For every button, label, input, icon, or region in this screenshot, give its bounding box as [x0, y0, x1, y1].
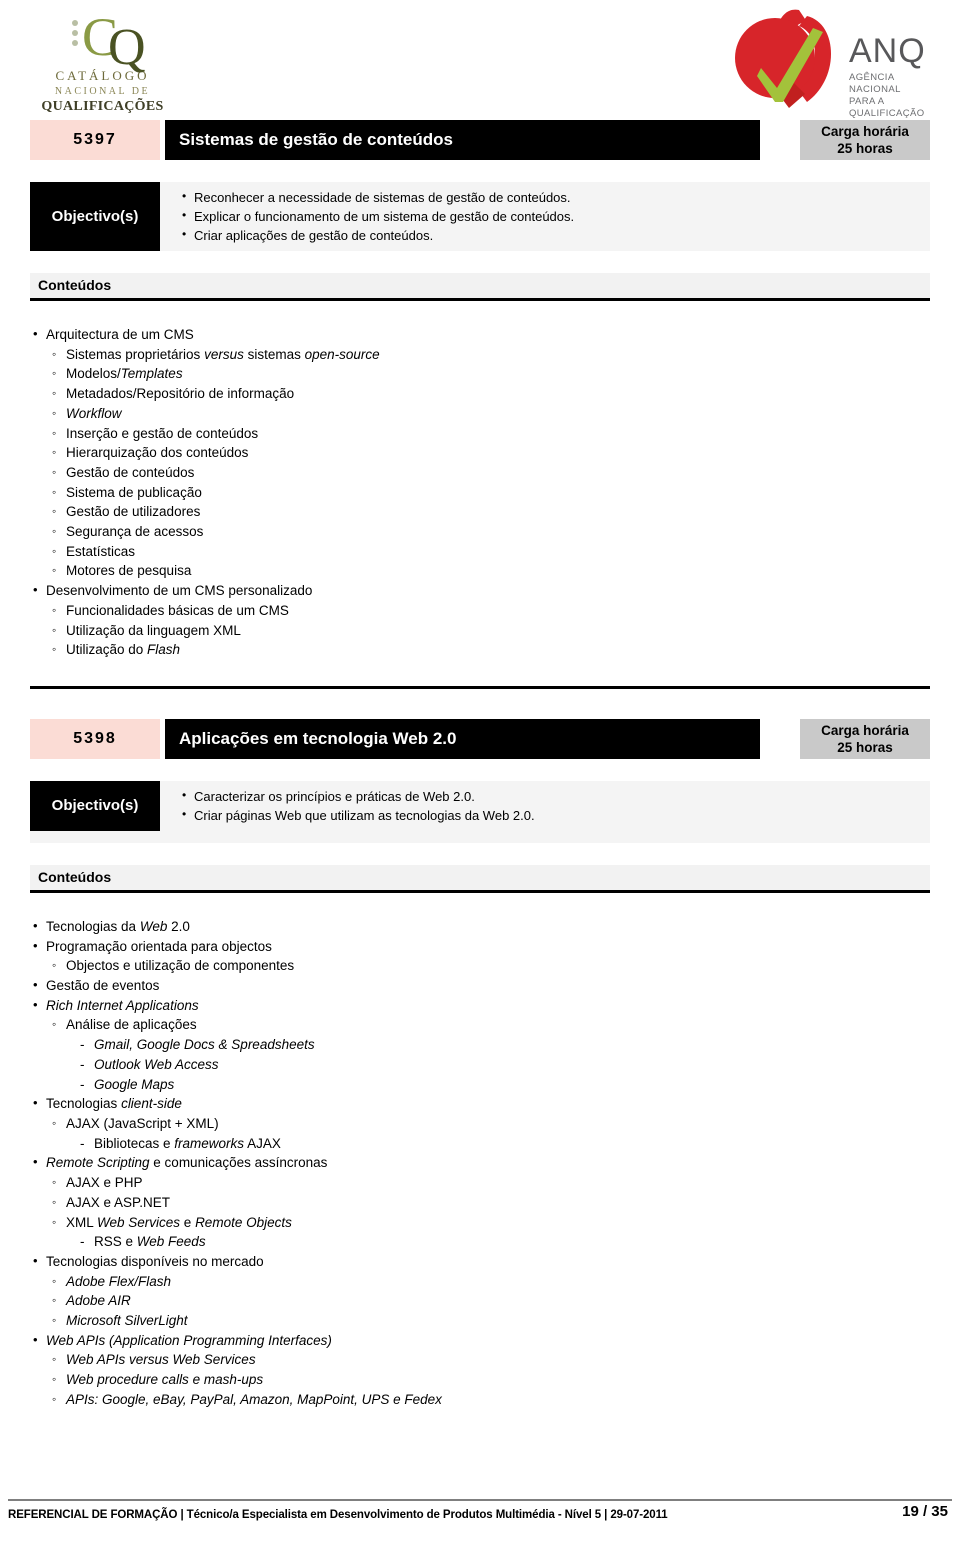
contents-item-level-1: Desenvolvimento de um CMS personalizado — [30, 580, 930, 601]
contents-item-level-2: Sistema de publicação — [30, 483, 930, 503]
module-hours-label: Carga horária — [821, 722, 909, 738]
contents-item-level-2: Web procedure calls e mash-ups — [30, 1370, 930, 1390]
contents-item-level-3: Gmail, Google Docs & Spreadsheets — [30, 1035, 930, 1055]
anq-logo-text: ANQ AGÊNCIA NACIONAL PARA A QUALIFICAÇÃO — [849, 34, 944, 120]
contents-item-level-2: Modelos/Templates — [30, 364, 930, 384]
contents-item-level-2: Adobe AIR — [30, 1291, 930, 1311]
contents-item-level-2: AJAX e ASP.NET — [30, 1193, 930, 1213]
contents-item-level-2: AJAX (JavaScript + XML) — [30, 1114, 930, 1134]
contents-item-level-2: Workflow — [30, 404, 930, 424]
contents-item-level-2: Objectos e utilização de componentes — [30, 956, 930, 976]
cnq-logo-line2: NACIONAL DE — [54, 86, 151, 97]
module-hours-box: Carga horária 25 horas — [800, 120, 930, 160]
contents-list: Tecnologias da Web 2.0Programação orient… — [30, 916, 930, 1410]
contents-item-level-2: Gestão de utilizadores — [30, 502, 930, 522]
anq-logo: ANQ AGÊNCIA NACIONAL PARA A QUALIFICAÇÃO — [727, 6, 942, 119]
contents-item-level-2: Estatísticas — [30, 542, 930, 562]
contents-item-level-2: Análise de aplicações — [30, 1015, 930, 1035]
module-block: 5397 Sistemas de gestão de conteúdos Carga… — [0, 120, 960, 689]
contents-item-level-3: RSS e Web Feeds — [30, 1232, 930, 1252]
objectives-list: Caracterizar os princípios e práticas de… — [30, 781, 930, 831]
contents-item-level-2: Adobe Flex/Flash — [30, 1272, 930, 1292]
contents-header: Conteúdos — [30, 864, 930, 893]
anq-logo-subtitle-line1: AGÊNCIA NACIONAL — [849, 72, 901, 95]
contents-item-level-2: APIs: Google, eBay, PayPal, Amazon, MapP… — [30, 1390, 930, 1410]
contents-item-level-2: Gestão de conteúdos — [30, 463, 930, 483]
contents-item-level-2: Utilização da linguagem XML — [30, 621, 930, 641]
contents-list: Arquitectura de um CMSSistemas proprietá… — [30, 324, 930, 660]
cnq-logo-mark: C Q — [30, 8, 175, 74]
contents-item-level-2: Web APIs versus Web Services — [30, 1350, 930, 1370]
objectives-label: Objectivo(s) — [30, 182, 160, 251]
contents-item-level-3: Outlook Web Access — [30, 1055, 930, 1075]
module-title-row: 5397 Sistemas de gestão de conteúdos Carga… — [30, 120, 930, 160]
contents-item-level-2: Metadados/Repositório de informação — [30, 384, 930, 404]
module-hours-value: 25 horas — [837, 739, 893, 755]
catalogo-nacional-qualificacoes-logo: C Q CATÁLOGO NACIONAL DE QUALIFICAÇÕES — [30, 8, 175, 114]
module-hours-label: Carga horária — [821, 124, 909, 139]
contents-item-level-1: Tecnologias da Web 2.0 — [30, 916, 930, 937]
objectives-label: Objectivo(s) — [30, 780, 160, 831]
contents-item-level-2: Sistemas proprietários versus sistemas o… — [30, 345, 930, 365]
cnq-logo-line3: QUALIFICAÇÕES — [41, 99, 164, 114]
contents-item-level-3: Google Maps — [30, 1075, 930, 1095]
footer-page-number: 19 / 35 — [902, 1503, 948, 1520]
module-title: Aplicações em tecnologia Web 2.0 — [165, 718, 760, 759]
page-footer: REFERENCIAL DE FORMAÇÃO | Técnico/a Espe… — [0, 1499, 960, 1537]
objective-item: Criar páginas Web que utilizam as tecnol… — [182, 805, 920, 825]
objective-item: Caracterizar os princípios e práticas de… — [182, 786, 920, 806]
module-hours-value: 25 horas — [837, 141, 893, 156]
contents-item-level-1: Rich Internet Applications — [30, 995, 930, 1016]
module-code: 5397 — [30, 120, 160, 160]
contents-item-level-1: Tecnologias disponíveis no mercado — [30, 1251, 930, 1272]
module-block: 5398 Aplicações em tecnologia Web 2.0 Carg… — [0, 718, 960, 1410]
module-title-row: 5398 Aplicações em tecnologia Web 2.0 Carg… — [30, 718, 930, 759]
contents-item-level-1: Gestão de eventos — [30, 975, 930, 996]
contents-item-level-1: Arquitectura de um CMS — [30, 324, 930, 345]
contents-item-level-2: Utilização do Flash — [30, 640, 930, 660]
contents-item-level-2: XML Web Services e Remote Objects — [30, 1213, 930, 1233]
contents-item-level-2: Inserção e gestão de conteúdos — [30, 424, 930, 444]
objectives-row: Objectivo(s) Caracterizar os princípios e… — [30, 780, 930, 843]
contents-item-level-1: Remote Scripting e comunicações assíncro… — [30, 1152, 930, 1173]
objective-item: Reconhecer a necessidade de sistemas de … — [182, 187, 920, 207]
objective-item: Criar aplicações de gestão de conteúdos. — [182, 225, 920, 245]
module-hours-box: Carga horária 25 horas — [800, 718, 930, 759]
contents-item-level-1: Programação orientada para objectos — [30, 936, 930, 957]
contents-item-level-1: Tecnologias client-side — [30, 1093, 930, 1114]
cnq-logo-line1: CATÁLOGO — [55, 68, 150, 83]
objectives-list: Reconhecer a necessidade de sistemas de … — [30, 182, 930, 251]
contents-item-level-2: Hierarquização dos conteúdos — [30, 443, 930, 463]
anq-logo-subtitle-line2: PARA A QUALIFICAÇÃO — [849, 96, 925, 119]
contents-body: Arquitectura de um CMSSistemas proprietá… — [30, 324, 930, 660]
objectives-row: Objectivo(s) Reconhecer a necessidade de … — [30, 182, 930, 251]
module-list: 5397 Sistemas de gestão de conteúdos Carga… — [0, 120, 960, 1410]
module-title: Sistemas de gestão de conteúdos — [165, 120, 760, 160]
module-separator — [30, 685, 930, 689]
contents-item-level-3: Bibliotecas e frameworks AJAX — [30, 1134, 930, 1154]
contents-item-level-2: Microsoft SilverLight — [30, 1311, 930, 1331]
cnq-letter-q: Q — [108, 19, 146, 76]
contents-item-level-2: Segurança de acessos — [30, 522, 930, 542]
contents-item-level-2: Motores de pesquisa — [30, 561, 930, 581]
footer-reference-text: REFERENCIAL DE FORMAÇÃO | Técnico/a Espe… — [8, 1509, 668, 1521]
objective-item: Explicar o funcionamento de um sistema d… — [182, 206, 920, 226]
contents-item-level-2: AJAX e PHP — [30, 1173, 930, 1193]
page-header-logos: C Q CATÁLOGO NACIONAL DE QUALIFICAÇÕES A… — [0, 0, 960, 120]
contents-item-level-1: Web APIs (Application Programming Interf… — [30, 1330, 930, 1351]
anq-logo-mark-icon — [735, 9, 831, 108]
contents-item-level-2: Funcionalidades básicas de um CMS — [30, 601, 930, 621]
contents-body: Tecnologias da Web 2.0Programação orient… — [30, 916, 930, 1410]
contents-header: Conteúdos — [30, 273, 930, 301]
anq-logo-name: ANQ — [849, 32, 926, 70]
cnq-dots-icon — [72, 20, 79, 50]
module-code: 5398 — [30, 718, 160, 759]
